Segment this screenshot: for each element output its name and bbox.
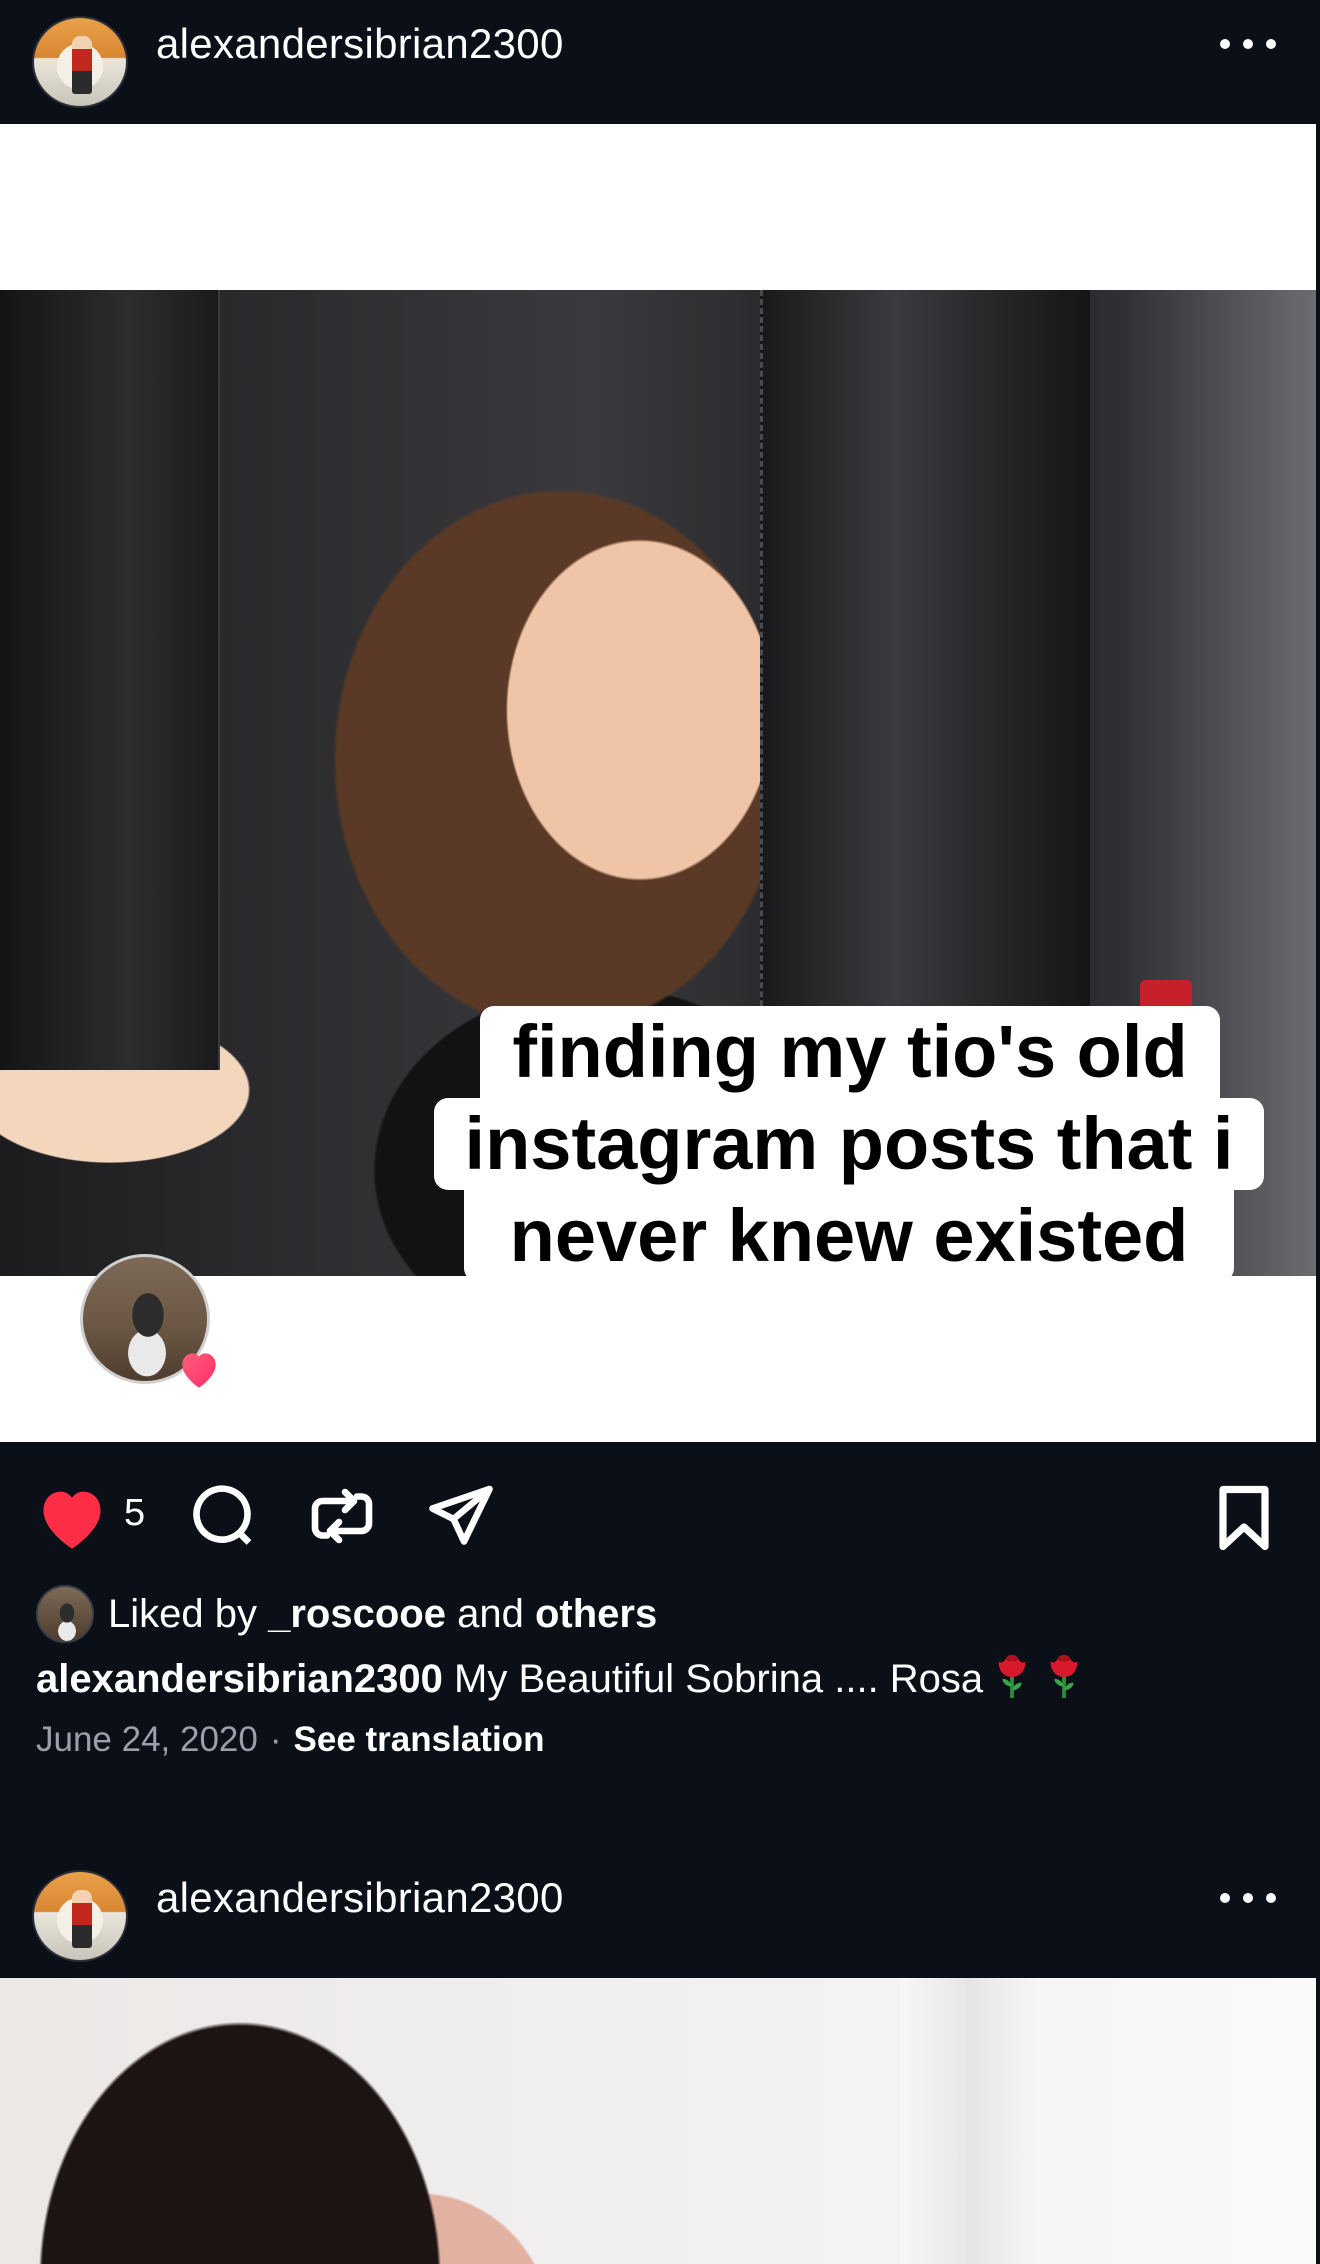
liked-by-text: Liked by _roscooe and others [108,1591,658,1636]
app-screen: alexandersibrian2300 finding my tio's ol… [0,0,1320,2264]
rose-emoji-icon [998,1654,1026,1698]
like-count: 5 [124,1492,146,1534]
repost-icon[interactable] [306,1480,378,1552]
post-username[interactable]: alexandersibrian2300 [156,1874,564,1922]
caption-username[interactable]: alexandersibrian2300 [36,1657,443,1701]
post-header: alexandersibrian2300 [0,0,1320,124]
post-date-row: June 24, 2020 · See translation [36,1720,545,1759]
liker-avatar[interactable] [36,1585,94,1643]
caption-text: My Beautiful Sobrina .... Rosa [442,1657,984,1701]
post-date: June 24, 2020 [36,1720,258,1759]
post-header: alexandersibrian2300 [0,1854,1320,1978]
post-media[interactable] [0,124,1316,1442]
profile-avatar[interactable] [32,16,128,108]
liker-username[interactable]: _roscooe [268,1592,446,1636]
post-photo [0,290,1316,1276]
see-translation-link[interactable]: See translation [294,1720,545,1759]
bookmark-icon[interactable] [1214,1482,1274,1554]
like-heart-icon[interactable] [34,1482,110,1552]
liked-by-row: Liked by _roscooe and others [36,1582,657,1646]
send-icon[interactable] [424,1480,498,1552]
comment-bubble-icon[interactable] [186,1478,258,1550]
liked-by-others-link[interactable]: others [535,1592,657,1636]
more-options-icon[interactable] [1220,1890,1276,1906]
post-username[interactable]: alexandersibrian2300 [156,20,564,68]
heart-badge-icon [182,1353,216,1388]
post-actions-bar: 5 [0,1442,1320,1592]
post-photo[interactable] [0,1978,1316,2264]
more-options-icon[interactable] [1220,36,1276,52]
post-caption: alexandersibrian2300 My Beautiful Sobrin… [36,1650,1087,1702]
profile-avatar[interactable] [32,1870,128,1962]
rose-emoji-icon [1050,1654,1078,1698]
